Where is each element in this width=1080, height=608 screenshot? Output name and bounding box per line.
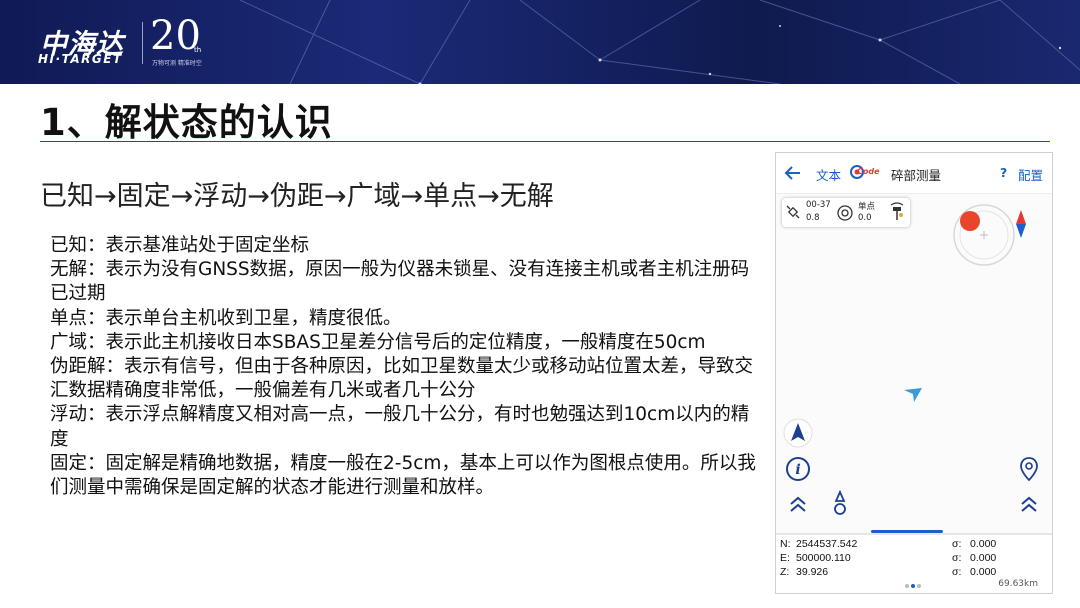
position-indicator	[953, 204, 1015, 266]
page-indicator	[904, 573, 922, 592]
definition-pseudorange: 伪距解：表示有信号，但由于各种原因，比如卫星数量太少或移动站位置太差，导致交汇数…	[50, 356, 754, 402]
solution-order-subtitle: 已知→固定→浮动→伪距→广域→单点→无解	[40, 181, 554, 212]
satellite-icon	[786, 205, 800, 219]
anniversary-suffix: th	[194, 46, 202, 54]
navigate-button[interactable]	[783, 418, 813, 448]
stakeout-icon	[834, 503, 846, 515]
code-button[interactable]: Code	[850, 164, 880, 180]
title-divider	[40, 141, 1050, 142]
page-dot-active	[911, 584, 915, 588]
config-button[interactable]: 配置	[1018, 165, 1043, 184]
map-scale: 69.63km	[998, 579, 1038, 589]
definitions-text: 已知：表示基准站处于固定坐标 无解：表示为没有GNSS数据，原因一般为仪器未锁星…	[50, 234, 758, 500]
expand-left-button[interactable]	[783, 490, 813, 520]
map-view[interactable]: 00-37 0.8 单点 0.0 i	[776, 194, 1052, 533]
east-value: 500000.110	[796, 552, 851, 564]
chevron-up-double-icon	[1021, 496, 1037, 512]
heading-arrow-icon	[904, 388, 922, 402]
coordinates-panel: N: 2544537.542 E: 500000.110 Z: 39.926 σ…	[776, 533, 1052, 593]
info-button[interactable]: i	[783, 454, 813, 484]
definition-known: 已知：表示基准站处于固定坐标	[50, 235, 310, 256]
stakeout-point-button[interactable]	[825, 488, 855, 518]
sigma-n-label: σ:	[952, 538, 962, 550]
phone-screenshot: 文本 Code 碎部测量 ? 配置 00-37 0.8 单点 0.0 i N: …	[775, 152, 1053, 594]
chevron-up-double-icon	[790, 496, 806, 512]
screen-title: 碎部测量	[891, 168, 942, 183]
expand-right-button[interactable]	[1014, 490, 1044, 520]
page-dot	[905, 584, 909, 588]
gnss-receiver-icon	[890, 202, 904, 220]
sigma-n-value: 0.000	[970, 538, 997, 550]
location-pin-button[interactable]	[1014, 454, 1044, 484]
crosshair-icon	[837, 205, 853, 221]
logo-divider	[142, 22, 143, 64]
sigma-e-value: 0.000	[970, 552, 997, 564]
north-value: 2544537.542	[796, 538, 858, 550]
elevation-value: 39.926	[796, 566, 829, 578]
brand-name-en: HI·TARGET	[38, 52, 123, 66]
code-label: Code	[857, 167, 880, 176]
info-icon: i	[795, 462, 800, 478]
satellite-pdop: 0.8	[806, 213, 820, 223]
definition-float: 浮动：表示浮点解精度又相对高一点，一般几十公分，有时也勉强达到10cm以内的精度	[50, 404, 750, 450]
text-button[interactable]: 文本	[816, 165, 841, 184]
definition-single: 单点：表示单台主机收到卫星，精度很低。	[50, 307, 402, 329]
help-button[interactable]: ?	[1000, 165, 1007, 180]
definition-no-solution: 无解：表示为没有GNSS数据，原因一般为仪器未锁星、没有连接主机或者主机注册码已…	[50, 259, 750, 305]
gnss-status-box[interactable]: 00-37 0.8 单点 0.0	[782, 198, 910, 227]
north-label: N:	[780, 538, 791, 550]
sigma-e-label: σ:	[952, 552, 962, 564]
header-banner: 中海达 HI·TARGET 20 th 万物可测 精准时空	[0, 0, 1080, 84]
north-compass-icon[interactable]	[1014, 208, 1028, 240]
solution-precision: 0.0	[858, 213, 872, 223]
satellite-count: 00-37	[806, 200, 831, 210]
page-title: 1、解状态的认识	[40, 101, 333, 144]
app-toolbar: 文本 Code 碎部测量 ? 配置	[776, 153, 1052, 194]
solution-status: 单点	[858, 202, 876, 212]
east-label: E:	[780, 552, 790, 564]
arrow-left-icon[interactable]	[784, 165, 802, 181]
sigma-z-value: 0.000	[970, 566, 997, 578]
definition-wide-area: 广域：表示此主机接收日本SBAS卫星差分信号后的定位精度，一般精度在50cm	[50, 331, 706, 353]
brand-slogan: 万物可测 精准时空	[152, 60, 202, 67]
page-dot	[917, 584, 921, 588]
elevation-label: Z:	[780, 566, 790, 578]
definition-fixed: 固定：固定解是精确地数据，精度一般在2-5cm，基本上可以作为图根点使用。所以我…	[50, 452, 756, 499]
current-position-dot	[960, 211, 980, 231]
sigma-z-label: σ:	[952, 566, 962, 578]
